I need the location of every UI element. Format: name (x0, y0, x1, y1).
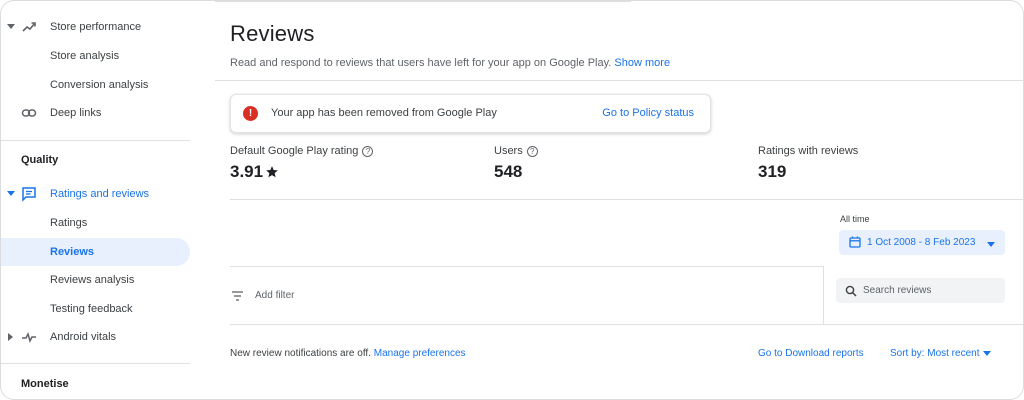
sidebar-item-label: Deep links (50, 107, 102, 119)
ratings-with-reviews-value: 319 (758, 162, 787, 181)
notifications-status: New review notifications are off. Manage… (230, 348, 466, 359)
download-reports-link[interactable]: Go to Download reports (758, 348, 864, 359)
sidebar-item-label: Store performance (50, 21, 142, 33)
page-subtitle: Read and respond to reviews that users h… (230, 57, 670, 69)
stat-users: Users ? 548 (494, 145, 538, 182)
stat-label: Default Google Play rating ? (230, 145, 374, 157)
sidebar-item-ratings-and-reviews[interactable]: Ratings and reviews (1, 180, 190, 208)
stat-rating: Default Google Play rating ? 3.91 (230, 145, 374, 182)
show-more-link[interactable]: Show more (614, 57, 670, 69)
filter-bottom-divider (230, 324, 1023, 325)
chevron-down-icon[interactable] (6, 21, 16, 33)
vitals-icon (21, 329, 37, 345)
sidebar-item-label: Store analysis (50, 50, 120, 62)
stats-divider (230, 199, 1023, 200)
section-title-monetise: Monetise (21, 378, 69, 390)
chevron-right-icon[interactable] (6, 331, 16, 343)
star-icon (266, 166, 278, 178)
sidebar-item-store-performance[interactable]: Store performance (1, 13, 190, 41)
sidebar-item-label: Reviews (50, 246, 95, 258)
stat-label: Users ? (494, 145, 538, 157)
sidebar-item-testing-feedback[interactable]: Testing feedback (1, 295, 190, 323)
filter-icon[interactable] (231, 289, 244, 307)
error-icon: ! (243, 106, 258, 121)
sidebar-item-android-vitals[interactable]: Android vitals (1, 323, 190, 351)
sort-label: Sort by: Most recent (890, 348, 980, 359)
policy-status-link[interactable]: Go to Policy status (602, 107, 694, 119)
help-icon[interactable]: ? (526, 145, 538, 157)
help-icon[interactable]: ? (362, 145, 374, 157)
header-divider (215, 80, 1023, 81)
add-filter-button[interactable]: Add filter (255, 290, 294, 301)
filter-top-divider (230, 266, 823, 267)
sidebar-nav: Store performance Store analysis Convers… (1, 1, 191, 399)
sidebar-item-label: Conversion analysis (50, 79, 149, 91)
sort-dropdown[interactable]: Sort by: Most recent (890, 348, 992, 359)
top-divider (215, 1, 631, 2)
search-icon (845, 284, 857, 302)
sidebar-divider (1, 140, 190, 141)
stat-ratings-with-reviews: Ratings with reviews 319 (758, 145, 858, 182)
sidebar-item-label: Ratings (50, 217, 88, 229)
stat-label: Ratings with reviews (758, 145, 858, 157)
subtitle-text: Read and respond to reviews that users h… (230, 57, 612, 69)
sidebar-item-ratings[interactable]: Ratings (1, 209, 190, 237)
stat-value: 3.91 (230, 162, 373, 182)
link-icon (21, 105, 37, 121)
users-value: 548 (494, 162, 523, 181)
sidebar-item-label: Reviews analysis (50, 274, 135, 286)
stat-value: 548 (494, 162, 538, 182)
sidebar-item-label: Ratings and reviews (50, 188, 150, 200)
section-title-quality: Quality (21, 154, 59, 166)
sidebar-divider (1, 363, 190, 364)
rating-value: 3.91 (230, 162, 264, 181)
sidebar-item-label: Android vitals (50, 331, 117, 343)
trending-up-icon (21, 19, 37, 35)
sidebar-item-reviews[interactable]: Reviews (1, 238, 190, 266)
page-title: Reviews (230, 21, 315, 46)
date-range-label: All time (840, 214, 870, 224)
sidebar-item-deep-links[interactable]: Deep links (1, 99, 190, 127)
sidebar-item-label: Testing feedback (50, 303, 133, 315)
chevron-down-icon (983, 351, 992, 356)
search-input[interactable]: Search reviews (836, 278, 1005, 303)
search-placeholder: Search reviews (863, 285, 932, 296)
date-range-value: 1 Oct 2008 - 8 Feb 2023 (867, 237, 976, 248)
notifications-text: New review notifications are off. (230, 348, 371, 359)
alert-message: Your app has been removed from Google Pl… (271, 107, 497, 119)
stat-label-text: Ratings with reviews (758, 145, 859, 157)
chevron-down-icon (987, 239, 995, 250)
sidebar-item-reviews-analysis[interactable]: Reviews analysis (1, 266, 190, 294)
calendar-icon (849, 236, 861, 251)
stat-value: 319 (758, 162, 858, 182)
policy-alert: ! Your app has been removed from Google … (230, 94, 711, 133)
date-range-button[interactable]: 1 Oct 2008 - 8 Feb 2023 (839, 230, 1005, 255)
manage-preferences-link[interactable]: Manage preferences (374, 348, 466, 359)
stat-label-text: Default Google Play rating (230, 145, 359, 157)
reviews-icon (21, 186, 37, 202)
sidebar-item-store-analysis[interactable]: Store analysis (1, 42, 190, 70)
app-frame: Store performance Store analysis Convers… (0, 0, 1024, 400)
chevron-down-icon[interactable] (6, 188, 16, 200)
sidebar-item-conversion-analysis[interactable]: Conversion analysis (1, 71, 190, 99)
stat-label-text: Users (494, 145, 523, 157)
filter-vertical-divider (823, 266, 824, 325)
